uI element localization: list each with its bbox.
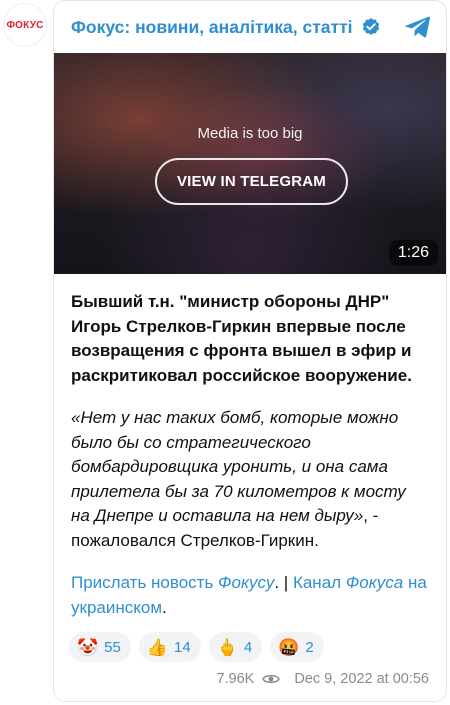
message-card: Фокус: новини, аналітика, статті Media i… xyxy=(53,0,447,702)
post-quote: «Нет у нас таких бомб, которые можно был… xyxy=(71,408,406,525)
middle-finger-icon: 🖕 xyxy=(216,637,238,657)
clown-face-icon: 🤡 xyxy=(77,637,99,657)
eye-icon xyxy=(262,673,281,685)
channel-avatar[interactable]: ФОКУС xyxy=(3,3,47,47)
media-too-big-note: Media is too big xyxy=(197,125,303,142)
verified-icon xyxy=(361,17,381,37)
post-date[interactable]: Dec 9, 2022 at 00:56 xyxy=(294,671,429,687)
view-count: 7.96K xyxy=(216,671,255,687)
message-header: Фокус: новини, аналітика, статті xyxy=(54,1,446,53)
post-links: Прислать новость Фокусу. | Канал Фокуса … xyxy=(71,573,427,617)
view-in-telegram-button[interactable]: VIEW IN TELEGRAM xyxy=(155,158,348,205)
avatar-logo-text: ФОКУС xyxy=(6,19,44,31)
video-preview[interactable]: Media is too big VIEW IN TELEGRAM 1:26 xyxy=(54,53,446,274)
reaction-count: 55 xyxy=(104,638,121,656)
cursing-face-icon: 🤬 xyxy=(278,637,300,657)
post-quote-paragraph: «Нет у нас таких бомб, которые можно был… xyxy=(71,406,429,553)
reaction-count: 4 xyxy=(243,638,253,656)
reaction-count: 2 xyxy=(305,638,314,656)
reaction-clown[interactable]: 🤡 55 xyxy=(69,632,131,662)
reaction-middle-finger[interactable]: 🖕 4 xyxy=(208,632,263,662)
channel-title[interactable]: Фокус: новини, аналітика, статті xyxy=(71,17,353,38)
reactions-bar: 🤡 55 👍 14 🖕 4 🤬 2 xyxy=(54,632,446,662)
telegram-icon[interactable] xyxy=(402,12,432,42)
video-duration-badge: 1:26 xyxy=(388,240,438,266)
link-separator: . | xyxy=(274,573,293,592)
send-news-link[interactable]: Прислать новость Фокусу xyxy=(71,573,274,592)
message-footer: 7.96K Dec 9, 2022 at 00:56 xyxy=(216,671,429,687)
thumbs-up-icon: 👍 xyxy=(146,637,169,657)
message-body: Бывший т.н. "министр обороны ДНР" Игорь … xyxy=(54,290,446,620)
reaction-count: 14 xyxy=(174,638,191,656)
reaction-thumbs-up[interactable]: 👍 14 xyxy=(138,632,201,662)
reaction-cursing-face[interactable]: 🤬 2 xyxy=(270,632,324,662)
post-lead-text: Бывший т.н. "министр обороны ДНР" Игорь … xyxy=(71,292,412,385)
